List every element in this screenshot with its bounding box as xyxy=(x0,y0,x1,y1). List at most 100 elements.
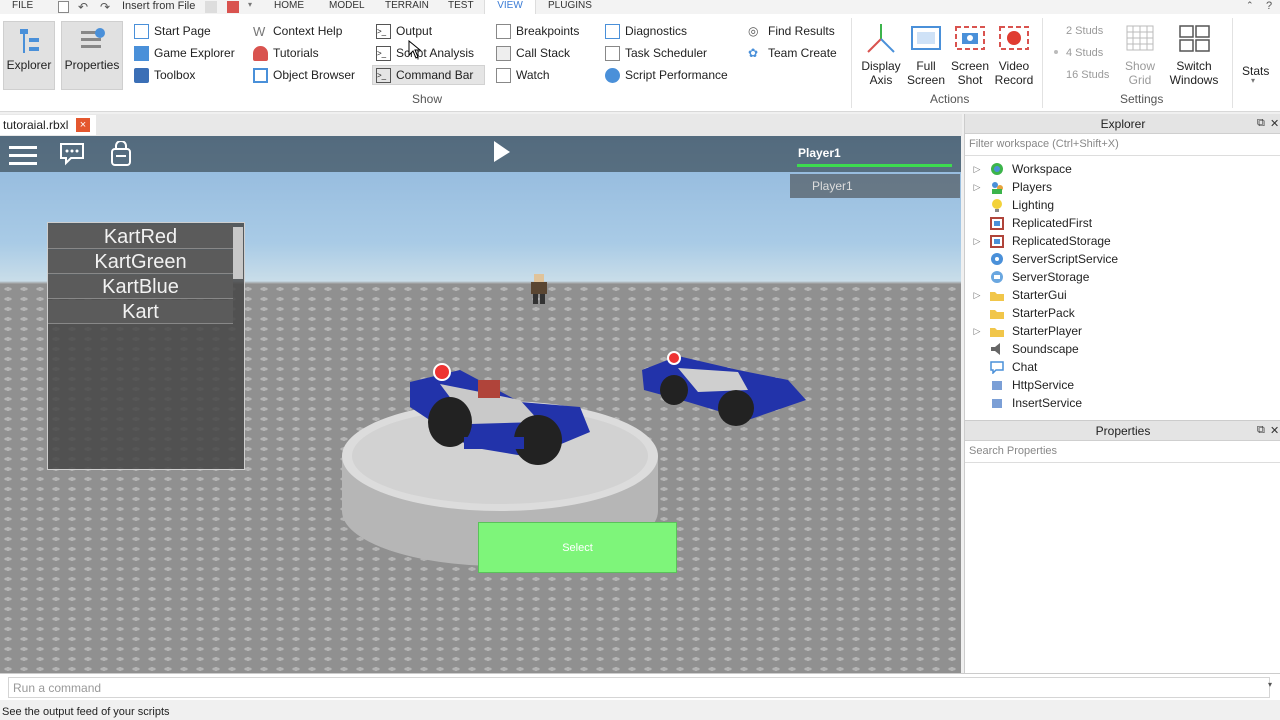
breakpoints-button[interactable]: Breakpoints xyxy=(496,21,579,41)
player-list-entry[interactable]: Player1 xyxy=(790,174,960,198)
video-record-button[interactable]: Video Record xyxy=(992,22,1036,90)
tree-item-starter-player[interactable]: ▷ StarterPlayer xyxy=(965,322,1280,340)
script-analysis-button[interactable]: >_ Script Analysis xyxy=(376,43,474,63)
switch-windows-button[interactable]: Switch Windows xyxy=(1164,22,1224,90)
collapse-ribbon-icon[interactable]: ⌃ xyxy=(1246,0,1254,11)
expand-icon[interactable]: ▷ xyxy=(965,164,989,175)
tab-home[interactable]: HOME xyxy=(274,0,304,14)
properties-search-input[interactable]: Search Properties xyxy=(965,441,1280,463)
tab-model[interactable]: MODEL xyxy=(329,0,365,14)
expand-icon[interactable]: ▷ xyxy=(965,182,989,193)
tree-item-soundscape[interactable]: Soundscape xyxy=(965,340,1280,358)
kart-model xyxy=(642,351,806,426)
menu-icon[interactable] xyxy=(8,144,38,166)
replicated-first-icon xyxy=(990,217,1004,230)
kart-item-default[interactable]: Kart xyxy=(48,300,233,324)
close-icon[interactable]: ✕ xyxy=(1270,424,1279,437)
tree-item-players[interactable]: ▷ Players xyxy=(965,178,1280,196)
tutorials-button[interactable]: Tutorials xyxy=(253,43,319,63)
start-page-button[interactable]: Start Page xyxy=(134,21,211,41)
undo-icon[interactable]: ↶ xyxy=(78,0,88,14)
properties-button[interactable]: Properties xyxy=(61,21,123,90)
file-menu[interactable]: FILE xyxy=(12,0,33,14)
quick-access-dropdown-icon[interactable]: ▾ xyxy=(248,0,252,9)
cursor-icon xyxy=(494,141,510,162)
context-help-button[interactable]: W Context Help xyxy=(253,21,342,41)
display-axis-button[interactable]: Display Axis xyxy=(858,22,904,90)
kart-item-green[interactable]: KartGreen xyxy=(48,250,233,274)
start-page-icon xyxy=(134,23,149,39)
command-bar-button[interactable]: >_ Command Bar xyxy=(372,65,485,85)
output-button[interactable]: >_ Output xyxy=(376,21,432,41)
redo-icon[interactable]: ↷ xyxy=(100,0,110,14)
two-studs-option[interactable]: 2 Studs xyxy=(1054,21,1103,41)
undock-icon[interactable]: ⧉ xyxy=(1257,117,1265,130)
object-browser-button[interactable]: Object Browser xyxy=(253,65,355,85)
tree-item-server-script-service[interactable]: ServerScriptService xyxy=(965,250,1280,268)
call-stack-button[interactable]: Call Stack xyxy=(496,43,570,63)
tree-item-server-storage[interactable]: ServerStorage xyxy=(965,268,1280,286)
new-file-icon[interactable] xyxy=(58,1,69,13)
explorer-filter-input[interactable]: Filter workspace (Ctrl+Shift+X) xyxy=(965,134,1280,156)
document-tab-bar: tutoraial.rbxl × xyxy=(0,114,962,136)
watch-button[interactable]: Watch xyxy=(496,65,550,85)
close-icon[interactable]: ✕ xyxy=(1270,117,1279,130)
chat-icon[interactable] xyxy=(59,142,85,166)
diagnostics-icon xyxy=(605,23,620,39)
ribbon: Explorer Properties Start Page Game Expl… xyxy=(0,14,1280,112)
tab-plugins[interactable]: PLUGINS xyxy=(548,0,592,14)
toolbox-button[interactable]: Toolbox xyxy=(134,65,195,85)
divider xyxy=(1042,18,1043,108)
stats-button[interactable]: Stats xyxy=(1242,64,1269,78)
expand-icon[interactable]: ▷ xyxy=(965,290,989,301)
explorer-icon xyxy=(20,29,39,53)
expand-icon[interactable]: ▷ xyxy=(965,236,989,247)
team-create-button[interactable]: ✿ Team Create xyxy=(748,43,837,63)
kart-list-scrollbar[interactable] xyxy=(233,227,243,279)
sixteen-studs-option[interactable]: 16 Studs xyxy=(1054,65,1109,85)
stats-dropdown-icon[interactable]: ▾ xyxy=(1251,76,1255,85)
diagnostics-button[interactable]: Diagnostics xyxy=(605,21,687,41)
command-input[interactable]: Run a command xyxy=(8,677,1270,698)
document-tab[interactable]: tutoraial.rbxl × xyxy=(0,115,96,135)
tab-view[interactable]: VIEW xyxy=(484,0,536,14)
insert-from-file-button[interactable]: Insert from File xyxy=(122,0,195,14)
close-icon[interactable]: × xyxy=(76,118,90,132)
kart-list[interactable]: KartRed KartGreen KartBlue Kart xyxy=(47,222,245,470)
tree-item-chat[interactable]: Chat xyxy=(965,358,1280,376)
binoculars-icon: ◎ xyxy=(748,23,759,38)
game-explorer-button[interactable]: Game Explorer xyxy=(134,43,235,63)
tree-item-starter-gui[interactable]: ▷ StarterGui xyxy=(965,286,1280,304)
tree-item-starter-pack[interactable]: StarterPack xyxy=(965,304,1280,322)
tab-test[interactable]: TEST xyxy=(448,0,474,14)
stop-icon[interactable] xyxy=(227,1,239,13)
tab-terrain[interactable]: TERRAIN xyxy=(385,0,429,14)
tree-item-replicated-first[interactable]: ReplicatedFirst xyxy=(965,214,1280,232)
select-button[interactable]: Select xyxy=(478,522,677,573)
backpack-icon[interactable] xyxy=(110,141,132,167)
help-icon[interactable]: ? xyxy=(1266,0,1272,12)
explorer-button[interactable]: Explorer xyxy=(3,21,55,90)
expand-icon[interactable]: ▷ xyxy=(965,326,989,337)
full-screen-button[interactable]: Full Screen xyxy=(904,22,948,90)
undock-icon[interactable]: ⧉ xyxy=(1257,424,1265,437)
find-results-button[interactable]: ◎ Find Results xyxy=(748,21,835,41)
command-history-dropdown-icon[interactable]: ▾ xyxy=(1268,680,1272,689)
tree-item-replicated-storage[interactable]: ▷ ReplicatedStorage xyxy=(965,232,1280,250)
task-scheduler-button[interactable]: Task Scheduler xyxy=(605,43,707,63)
player-avatar xyxy=(531,274,547,304)
four-studs-option[interactable]: 4 Studs xyxy=(1054,43,1103,63)
show-grid-button[interactable]: Show Grid xyxy=(1120,22,1160,90)
tree-item-http-service[interactable]: HttpService xyxy=(965,376,1280,394)
tree-item-workspace[interactable]: ▷ Workspace xyxy=(965,160,1280,178)
properties-title: Properties xyxy=(965,421,1280,441)
screen-shot-button[interactable]: Screen Shot xyxy=(948,22,992,90)
script-performance-button[interactable]: Script Performance xyxy=(605,65,728,85)
play-icon[interactable] xyxy=(205,1,217,13)
tree-item-insert-service[interactable]: InsertService xyxy=(965,394,1280,412)
game-viewport[interactable]: Player1 Player1 KartRed KartGreen KartBl… xyxy=(0,136,961,673)
tree-item-lighting[interactable]: Lighting xyxy=(965,196,1280,214)
divider xyxy=(851,18,852,108)
kart-item-red[interactable]: KartRed xyxy=(48,225,233,249)
kart-item-blue[interactable]: KartBlue xyxy=(48,275,233,299)
